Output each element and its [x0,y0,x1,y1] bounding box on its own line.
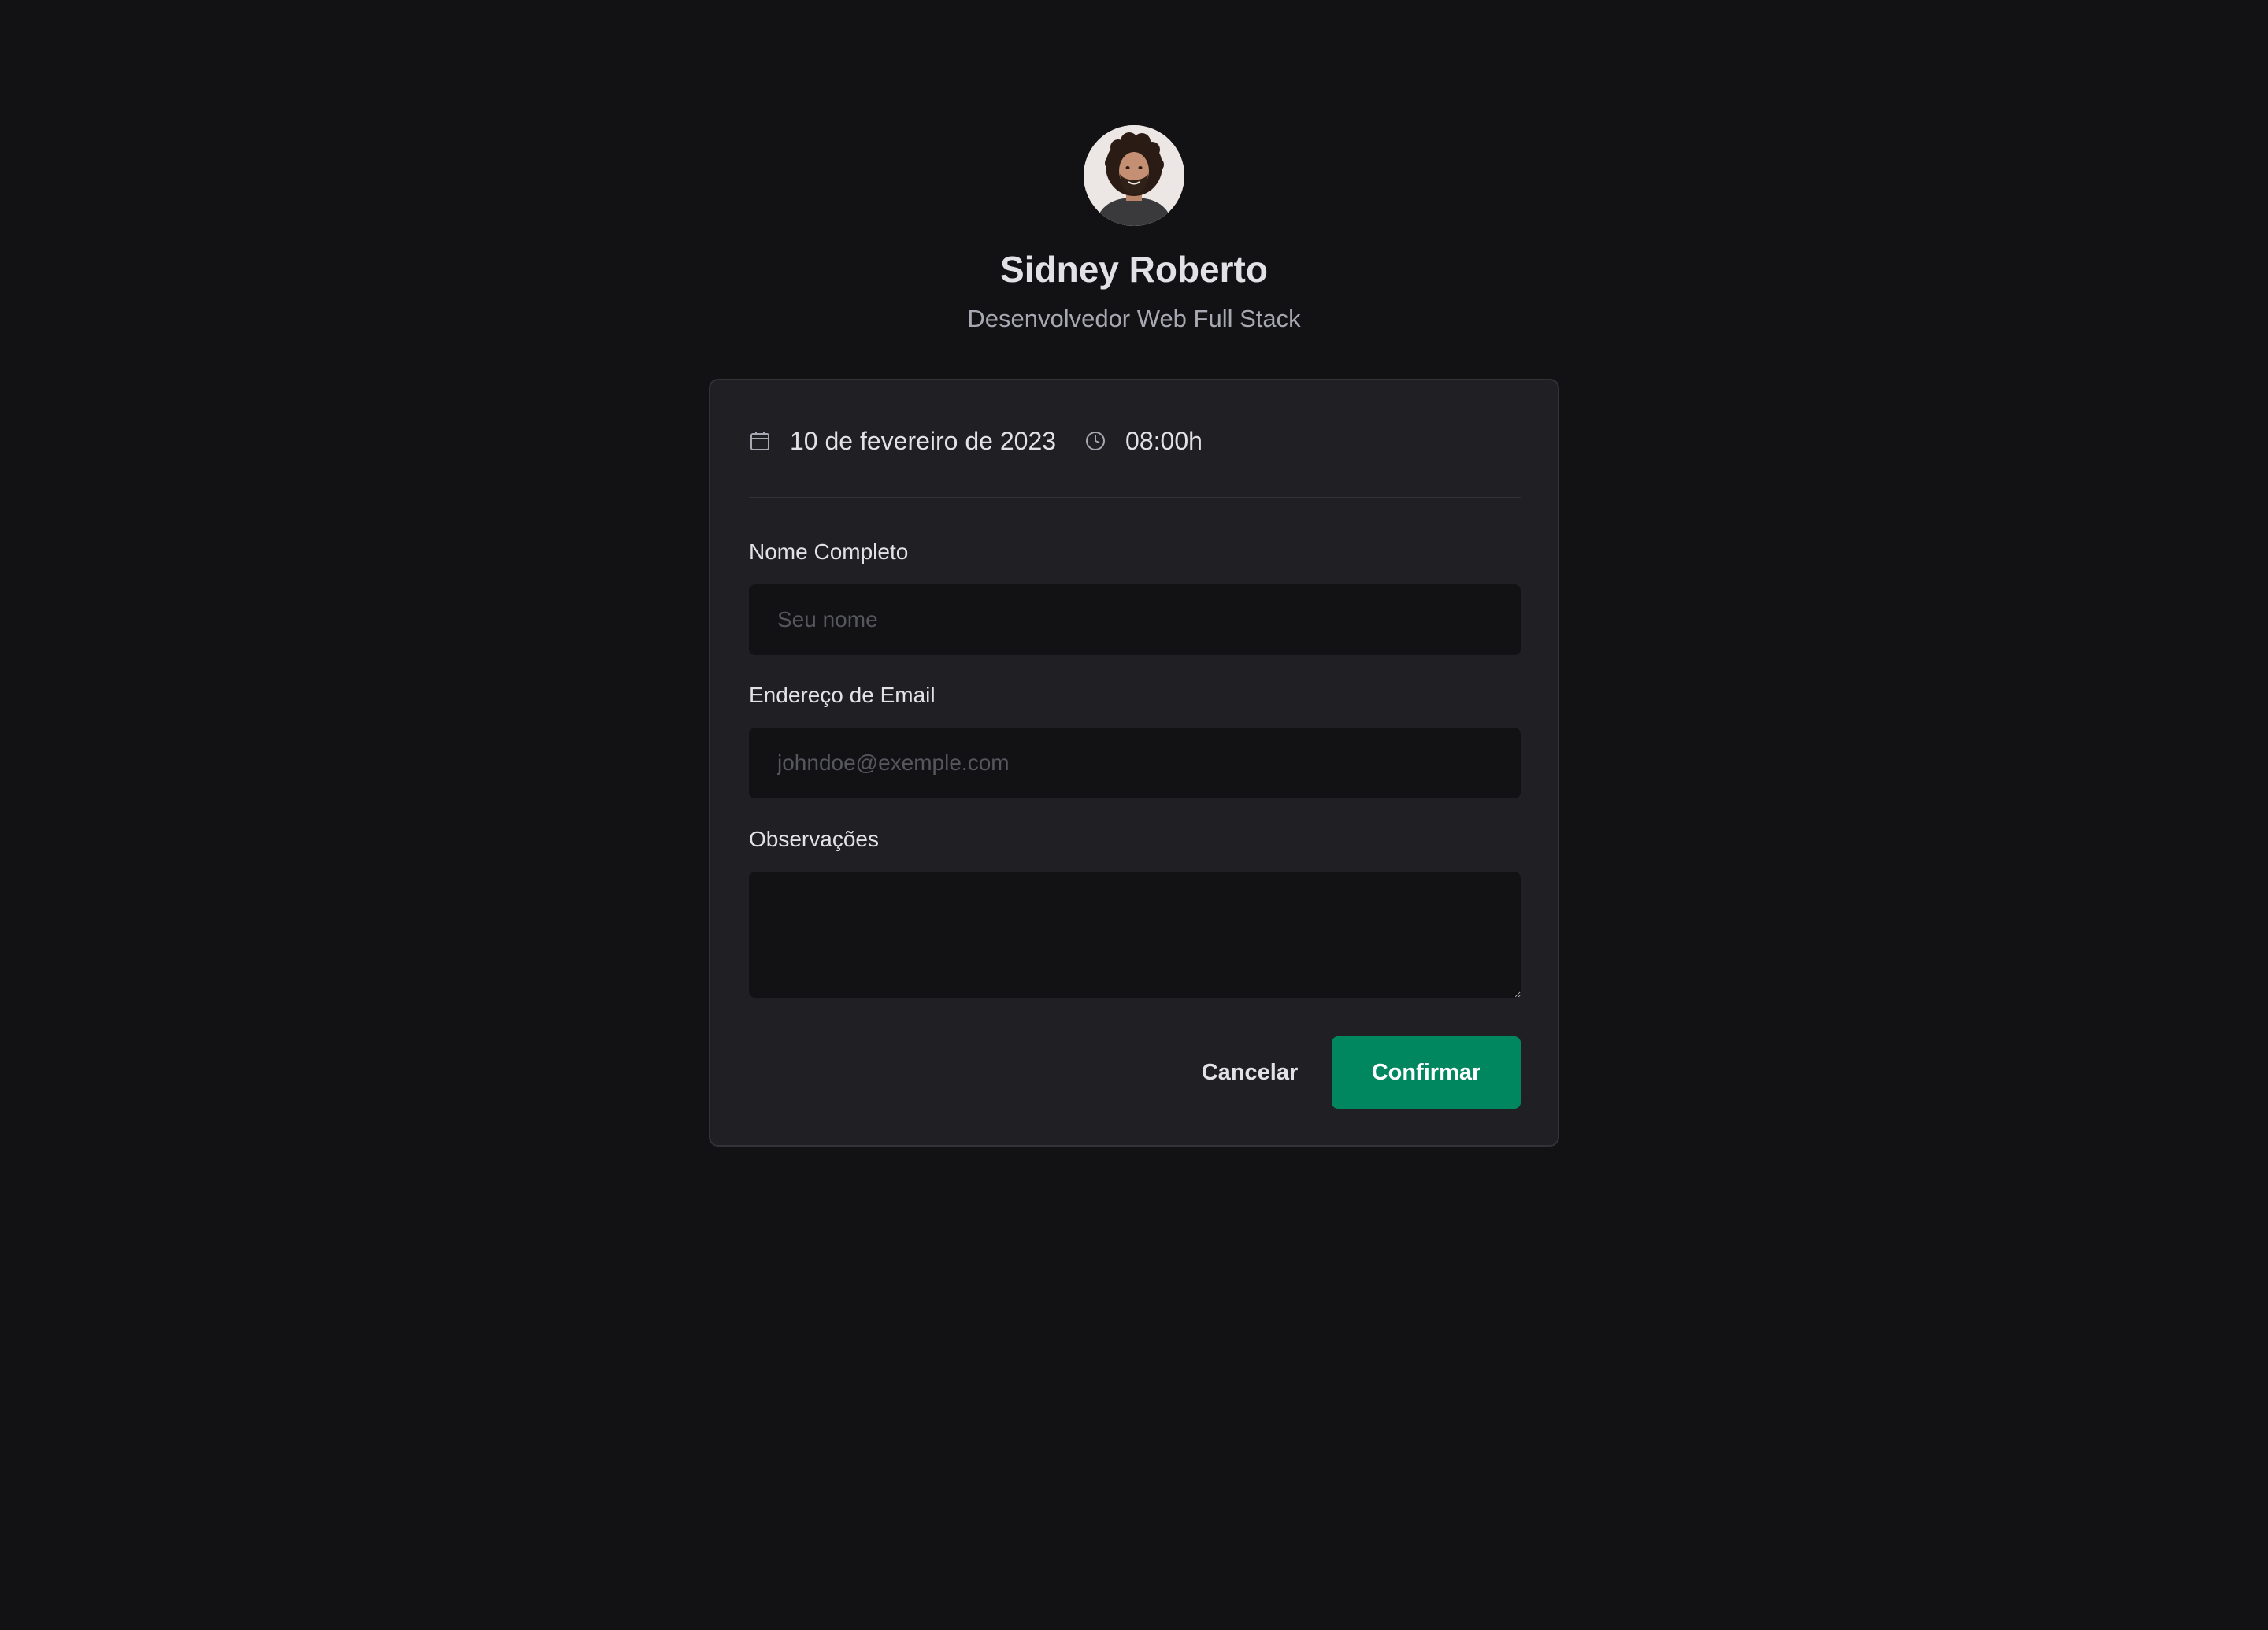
schedule-time: 08:00h [1125,427,1203,455]
email-label: Endereço de Email [749,683,936,707]
calendar-icon [749,430,771,452]
clock-icon [1084,430,1106,452]
divider [749,497,1521,498]
notes-label: Observações [749,827,879,851]
schedule-info: 10 de fevereiro de 2023 08:00h [749,421,1203,461]
email-input[interactable] [749,728,1521,798]
cancel-button[interactable]: Cancelar [1171,1036,1329,1109]
avatar [1084,125,1184,226]
avatar-photo [1084,125,1184,226]
booking-form-card: 10 de fevereiro de 2023 08:00h Nome Comp… [709,379,1559,1147]
notes-textarea[interactable] [749,872,1521,998]
schedule-date: 10 de fevereiro de 2023 [790,427,1057,455]
name-input[interactable] [749,584,1521,655]
profile-name: Sidney Roberto [1000,249,1268,290]
booking-page: Sidney Roberto Desenvolvedor Web Full St… [0,0,2268,1630]
confirm-button[interactable]: Confirmar [1332,1036,1521,1109]
name-label: Nome Completo [749,539,909,564]
profile-role: Desenvolvedor Web Full Stack [967,305,1301,332]
